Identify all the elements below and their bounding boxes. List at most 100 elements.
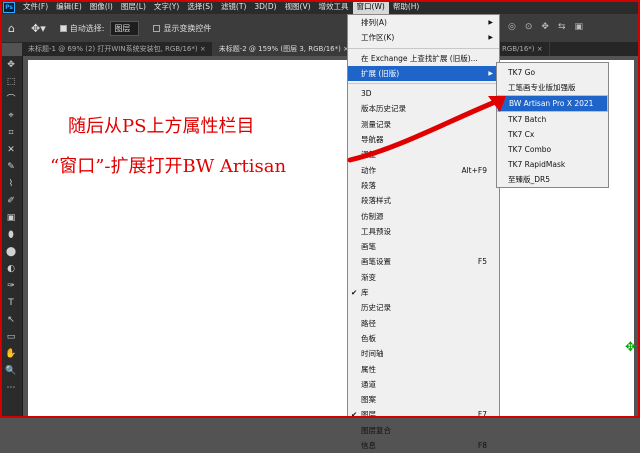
extension-item[interactable]: 工笔画专业版加强版 (497, 80, 608, 95)
window-menu-item-label: 信息 (361, 441, 376, 451)
window-menu-item[interactable]: 色板 (348, 331, 499, 346)
window-menu-item[interactable]: 导航器 (348, 132, 499, 147)
window-menu-item[interactable]: 工具预设 (348, 224, 499, 239)
window-menu-item[interactable]: 画笔设置 F5 (348, 254, 499, 269)
window-menu-item-label: 导航器 (361, 135, 384, 145)
submenu-arrow-icon: ▶ (488, 34, 493, 42)
menu-10[interactable]: 窗口(W) (352, 0, 389, 14)
window-menu-item[interactable]: 3D (348, 86, 499, 101)
window-menu-item[interactable]: 调整 (348, 147, 499, 162)
tab-document-1[interactable]: 未标题-1 @ 69% (2) 打开WIN系统安装包, RGB/16*) × (22, 42, 213, 56)
extension-item[interactable]: TK7 Batch (497, 112, 608, 127)
window-menu-item[interactable]: 属性 (348, 362, 499, 377)
tool-icon-15[interactable]: ↖ (0, 311, 22, 328)
window-menu-item[interactable]: 历史记录 (348, 300, 499, 315)
tool-icon-14[interactable]: T (0, 294, 22, 311)
menu-3[interactable]: 图层(L) (117, 0, 150, 14)
tool-icon-11[interactable]: ⬤ (0, 243, 22, 260)
options-bar: ⌂ ✥▾ 自动选择: 图层 显示变换控件 ◎ ⊙ ✥ ⇆ ▣ (0, 14, 640, 43)
window-menu-item[interactable]: 路径 (348, 316, 499, 331)
shortcut-label: Alt+F9 (461, 165, 487, 175)
3d-scale-icon[interactable]: ▣ (575, 22, 584, 32)
window-menu-item[interactable]: ✔ 库 (348, 285, 499, 300)
shortcut-label: F8 (477, 441, 487, 451)
tool-icon-17[interactable]: ✋ (0, 345, 22, 362)
menu-1[interactable]: 编辑(E) (52, 0, 86, 14)
menu-2[interactable]: 图像(I) (86, 0, 117, 14)
window-menu-item[interactable]: 在 Exchange 上查找扩展 (旧版)... (348, 51, 499, 66)
window-menu-item[interactable]: 渐变 (348, 270, 499, 285)
window-menu-item[interactable]: 通道 (348, 377, 499, 392)
window-menu-item[interactable]: 图案 (348, 392, 499, 407)
window-menu-item-label: 段落样式 (361, 196, 391, 206)
window-menu-item[interactable]: 段落样式 (348, 193, 499, 208)
window-menu-item[interactable]: ✔ 图层 F7 (348, 407, 499, 422)
tool-icon-2[interactable]: ⌒ (0, 90, 22, 107)
menu-separator (348, 47, 499, 49)
window-menu-item-label: 动作 (361, 165, 376, 175)
window-menu-item[interactable]: 版本历史记录 (348, 101, 499, 116)
window-menu-item-label: 测量记录 (361, 119, 391, 129)
menu-11[interactable]: 帮助(H) (389, 0, 424, 14)
window-menu-item-label: 图层 (361, 410, 376, 420)
menu-4[interactable]: 文字(Y) (150, 0, 183, 14)
tool-icon-3[interactable]: ⌖ (0, 107, 22, 124)
3d-roll-icon[interactable]: ⊙ (525, 22, 533, 32)
window-menu-item[interactable]: 时间轴 (348, 346, 499, 361)
menu-0[interactable]: 文件(F) (19, 0, 52, 14)
shortcut-label: F7 (477, 410, 487, 420)
tool-icon-0[interactable]: ✥ (0, 56, 22, 73)
extension-item[interactable]: TK7 Cx (497, 127, 608, 142)
3d-drag-icon[interactable]: ✥ (541, 22, 549, 32)
window-menu-item[interactable]: 动作 Alt+F9 (348, 163, 499, 178)
auto-select-checkbox[interactable]: 自动选择: (59, 23, 104, 34)
3d-slide-icon[interactable]: ⇆ (558, 22, 566, 32)
extension-item[interactable]: TK7 Go (497, 65, 608, 80)
window-menu-item-label: 画笔 (361, 242, 376, 252)
menu-6[interactable]: 滤镜(T) (217, 0, 250, 14)
tool-icon-18[interactable]: 🔍 (0, 362, 22, 379)
extension-item[interactable]: BW Artisan Pro X 2021 (497, 95, 608, 112)
menu-separator (348, 83, 499, 85)
window-menu-item-label: 扩展 (旧版) (361, 68, 400, 78)
window-menu-item[interactable]: 测量记录 (348, 117, 499, 132)
window-menu-item[interactable]: 信息 F8 (348, 438, 499, 453)
tool-icon-13[interactable]: ✑ (0, 277, 22, 294)
window-menu-item[interactable]: 图层复合 (348, 423, 499, 438)
move-tool-icon[interactable]: ✥▾ (31, 22, 46, 35)
window-menu-item[interactable]: 段落 (348, 178, 499, 193)
tool-icon-8[interactable]: ✐ (0, 192, 22, 209)
window-menu-item-label: 排列(A) (361, 18, 387, 27)
tool-icon-1[interactable]: ⬚ (0, 73, 22, 90)
menu-5[interactable]: 选择(S) (183, 0, 217, 14)
home-icon[interactable]: ⌂ (8, 22, 15, 35)
tool-icon-6[interactable]: ✎ (0, 158, 22, 175)
window-menu-item[interactable]: 扩展 (旧版) ▶ (348, 65, 499, 82)
auto-select-dropdown[interactable]: 图层 (110, 20, 140, 36)
transform-controls-checkbox[interactable]: 显示变换控件 (153, 23, 211, 34)
tool-icon-5[interactable]: ✕ (0, 141, 22, 158)
window-menu-item[interactable]: 排列(A) ▶ (348, 15, 499, 30)
window-menu-item[interactable]: 仿制源 (348, 209, 499, 224)
checkbox-empty-icon (153, 24, 161, 32)
menu-9[interactable]: 增效工具 (315, 0, 353, 14)
window-menu-item[interactable]: 工作区(K) ▶ (348, 30, 499, 45)
extension-item[interactable]: TK7 RapidMask (497, 157, 608, 172)
tab-document-2[interactable]: 未标题-2 @ 159% (图层 3, RGB/16*) × (212, 42, 356, 56)
menu-8[interactable]: 视图(V) (281, 0, 315, 14)
transform-controls-label: 显示变换控件 (163, 23, 212, 33)
window-menu-item[interactable]: 画笔 (348, 239, 499, 254)
menu-7[interactable]: 3D(D) (250, 0, 280, 14)
tool-icon-10[interactable]: ⬮ (0, 226, 22, 243)
tool-icon-7[interactable]: ⌇ (0, 175, 22, 192)
extension-item[interactable]: TK7 Combo (497, 142, 608, 157)
tool-icon-16[interactable]: ▭ (0, 328, 22, 345)
annotation-line-1: 随后从PS上方属性栏目 (68, 116, 255, 137)
tool-icon-12[interactable]: ◐ (0, 260, 22, 277)
3d-rotate-icon[interactable]: ◎ (508, 22, 516, 32)
extension-item[interactable]: 至臻版_DR5 (497, 172, 608, 187)
tab-document-3[interactable]: RGB/16*) × (496, 42, 550, 56)
tool-icon-9[interactable]: ▣ (0, 209, 22, 226)
tool-icon-4[interactable]: ⌗ (0, 124, 22, 141)
tool-icon-19[interactable]: ⋯ (0, 379, 22, 396)
